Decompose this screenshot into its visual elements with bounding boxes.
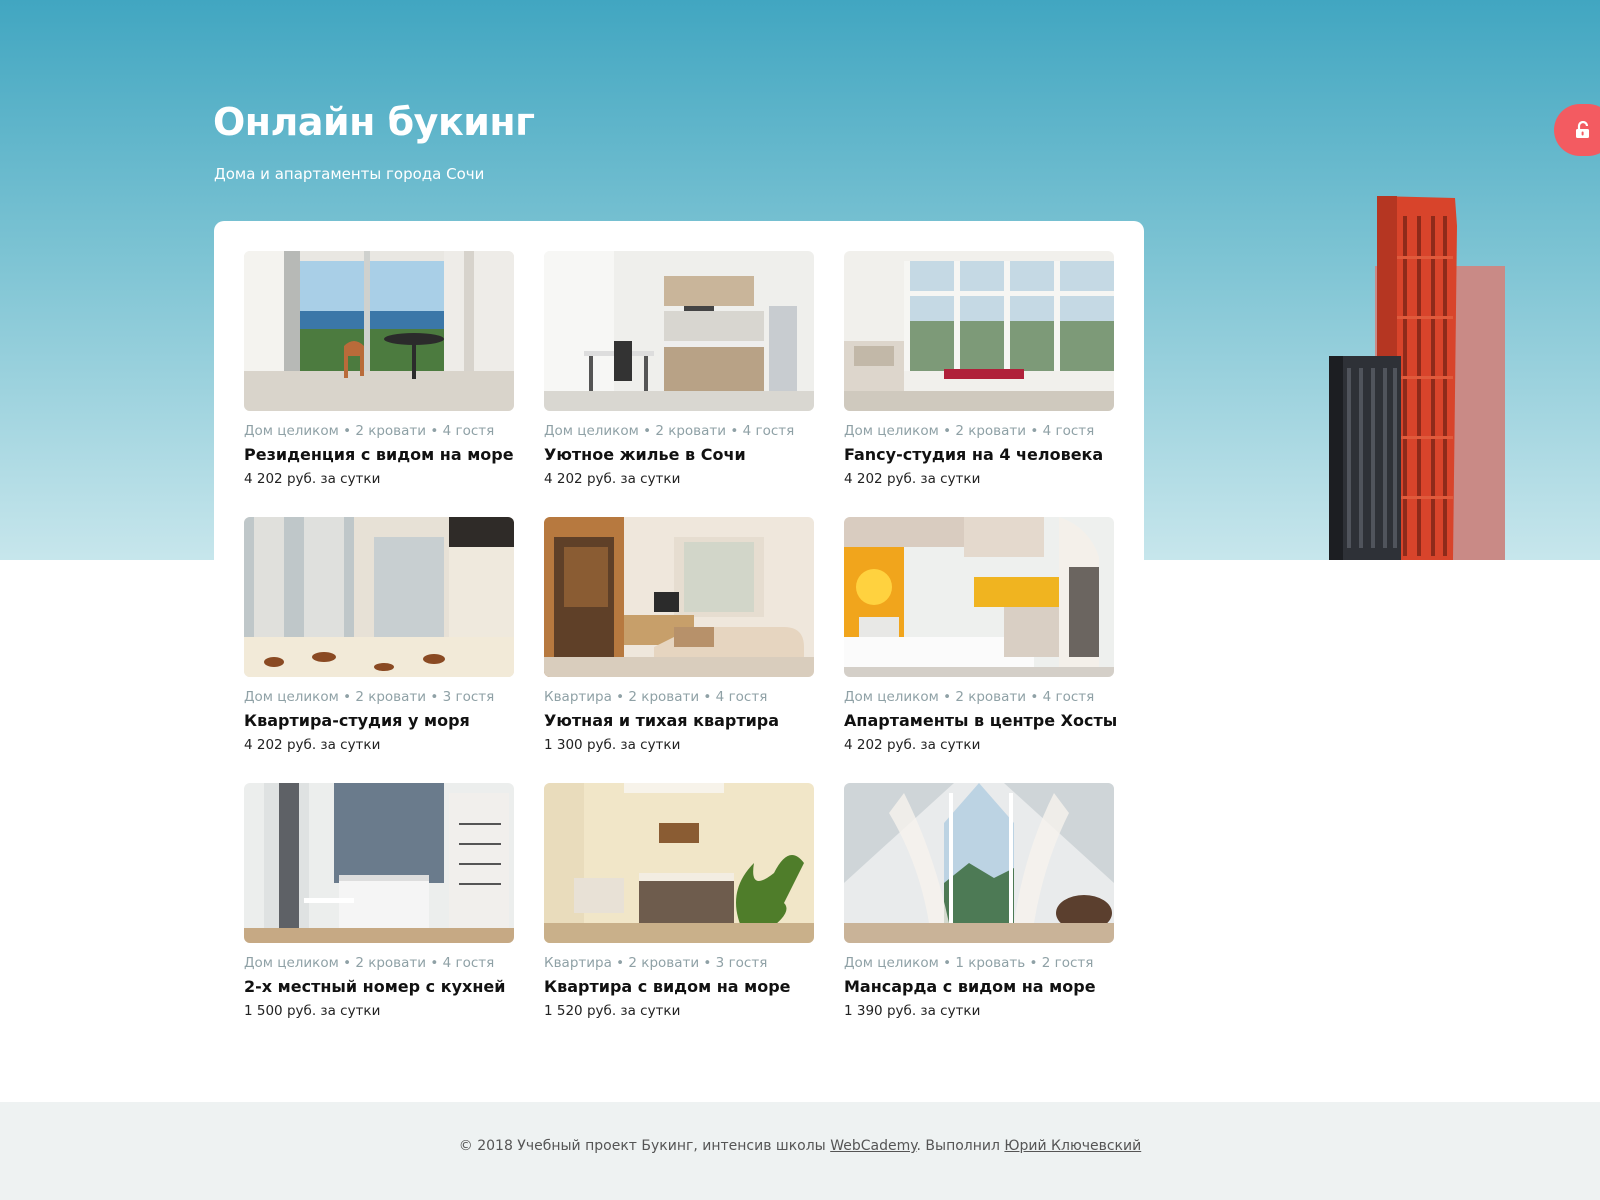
lock-open-icon <box>1574 121 1592 139</box>
listing-price: 4 202 руб. за сутки <box>244 471 381 487</box>
listing-name[interactable]: Квартира-студия у моря <box>244 710 514 732</box>
footer: © 2018 Учебный проект Букинг, интенсив ш… <box>0 1102 1600 1200</box>
listing-card[interactable]: Дом целиком • 2 кровати • 3 гостя Квартир… <box>244 517 514 755</box>
listing-name[interactable]: 2-х местный номер с кухней <box>244 976 514 998</box>
listing-meta: Дом целиком • 2 кровати • 3 гостя <box>244 689 495 705</box>
listing-card[interactable]: Дом целиком • 2 кровати • 4 гостя 2-х мес… <box>244 783 514 1021</box>
listing-name[interactable]: Апартаменты в центре Хосты <box>844 710 1117 732</box>
listing-meta: Квартира • 2 кровати • 4 гостя <box>544 689 768 705</box>
listing-photo[interactable] <box>244 517 514 677</box>
unlock-button[interactable] <box>1554 104 1600 156</box>
listing-card[interactable]: Квартира • 2 кровати • 3 гостя Квартира с… <box>544 783 814 1021</box>
listing-price: 1 520 руб. за сутки <box>544 1003 681 1019</box>
listing-price: 1 300 руб. за сутки <box>544 737 681 753</box>
listing-name[interactable]: Резиденция с видом на море <box>244 444 514 466</box>
page-title: Онлайн букинг <box>213 100 535 144</box>
tower-illustration <box>1329 196 1505 560</box>
listing-price: 4 202 руб. за сутки <box>544 471 681 487</box>
listing-name[interactable]: Уютная и тихая квартира <box>544 710 814 732</box>
listing-card[interactable]: Дом целиком • 2 кровати • 4 гостя Fancy-с… <box>844 251 1114 489</box>
listing-meta: Дом целиком • 2 кровати • 4 гостя <box>844 423 1095 439</box>
listing-photo[interactable] <box>544 783 814 943</box>
listing-photo[interactable] <box>844 783 1114 943</box>
listing-name[interactable]: Мансарда с видом на море <box>844 976 1114 998</box>
listing-meta: Дом целиком • 2 кровати • 4 гостя <box>244 423 495 439</box>
listing-price: 4 202 руб. за сутки <box>244 737 381 753</box>
listing-card[interactable]: Квартира • 2 кровати • 4 гостя Уютная и т… <box>544 517 814 755</box>
listing-photo[interactable] <box>844 251 1114 411</box>
listing-price: 1 390 руб. за сутки <box>844 1003 981 1019</box>
listing-meta: Дом целиком • 1 кровать • 2 гостя <box>844 955 1094 971</box>
footer-text: © 2018 Учебный проект Букинг, интенсив ш… <box>458 1138 831 1154</box>
footer-link-author[interactable]: Юрий Ключевский <box>1004 1138 1141 1154</box>
listing-card[interactable]: Дом целиком • 2 кровати • 4 гостя Уютное … <box>544 251 814 489</box>
listing-card[interactable]: Дом целиком • 1 кровать • 2 гостя Мансард… <box>844 783 1114 1021</box>
listing-card[interactable]: Дом целиком • 2 кровати • 4 гостя Апартам… <box>844 517 1117 755</box>
listing-name[interactable]: Квартира с видом на море <box>544 976 814 998</box>
listing-meta: Квартира • 2 кровати • 3 гостя <box>544 955 768 971</box>
listing-price: 1 500 руб. за сутки <box>244 1003 381 1019</box>
listing-price: 4 202 руб. за сутки <box>844 471 981 487</box>
listing-name[interactable]: Уютное жилье в Сочи <box>544 444 814 466</box>
listing-photo[interactable] <box>844 517 1114 677</box>
page-subtitle: Дома и апартаменты города Сочи <box>214 165 485 183</box>
listing-meta: Дом целиком • 2 кровати • 4 гостя <box>544 423 795 439</box>
listing-meta: Дом целиком • 2 кровати • 4 гостя <box>244 955 495 971</box>
listing-photo[interactable] <box>544 251 814 411</box>
listing-photo[interactable] <box>544 517 814 677</box>
listing-card[interactable]: Дом целиком • 2 кровати • 4 гостя Резиден… <box>244 251 514 489</box>
footer-text-middle: . Выполнил <box>916 1138 1005 1154</box>
footer-link-webcademy[interactable]: WebCademy <box>830 1138 916 1154</box>
listing-photo[interactable] <box>244 251 514 411</box>
listing-photo[interactable] <box>244 783 514 943</box>
listing-name[interactable]: Fancy-студия на 4 человека <box>844 444 1114 466</box>
listing-meta: Дом целиком • 2 кровати • 4 гостя <box>844 689 1095 705</box>
listing-price: 4 202 руб. за сутки <box>844 737 981 753</box>
